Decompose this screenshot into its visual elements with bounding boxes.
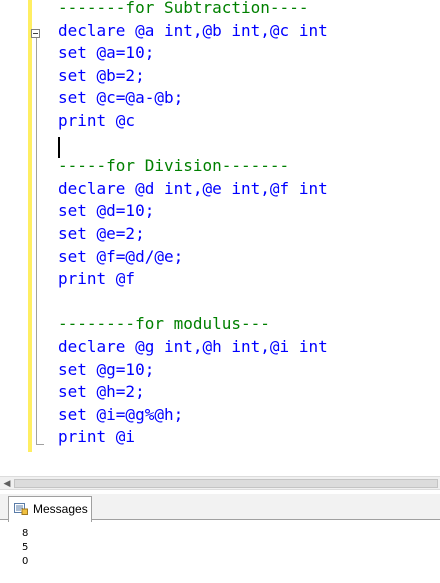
change-tracking-margin bbox=[28, 0, 32, 452]
tab-messages[interactable]: Messages bbox=[8, 496, 92, 522]
results-pane: Messages 8 5 0 bbox=[0, 490, 440, 583]
message-line: 0 bbox=[22, 556, 29, 567]
code-line: print @f bbox=[58, 269, 136, 289]
code-line: set @d=10; bbox=[58, 201, 155, 221]
outline-guide-end bbox=[36, 444, 44, 445]
messages-icon bbox=[14, 503, 28, 515]
code-line: declare @a int,@b int,@c int bbox=[58, 20, 328, 40]
query-editor[interactable]: -------for Subtraction---- declare @a int… bbox=[0, 0, 440, 476]
code-line: declare @g int,@h int,@i int bbox=[58, 337, 328, 356]
code-line: set @c=@a-@b; bbox=[58, 88, 184, 108]
code-line: set @b=2; bbox=[58, 65, 145, 85]
comment-line: -------for Subtraction---- bbox=[58, 0, 309, 17]
code-line: print @i bbox=[58, 427, 136, 447]
message-line: 8 bbox=[22, 528, 29, 539]
horizontal-scrollbar[interactable]: ◀ bbox=[0, 476, 440, 490]
code-line: declare @d int,@e int,@f int bbox=[58, 178, 328, 198]
comment-line: -----for Division------- bbox=[58, 156, 290, 176]
code-line: set @g=10; bbox=[58, 359, 155, 379]
code-line: set @f=@d/@e; bbox=[58, 246, 184, 266]
tab-messages-label: Messages bbox=[33, 502, 88, 516]
code-line: set @a=10; bbox=[58, 43, 155, 63]
scroll-thumb[interactable] bbox=[14, 479, 438, 488]
code-line: set @i=@g%@h; bbox=[58, 404, 184, 424]
comment-line: --------for modulus--- bbox=[58, 314, 270, 334]
message-line: 5 bbox=[22, 542, 29, 553]
collapse-minus-icon[interactable] bbox=[31, 29, 40, 38]
scroll-left-arrow-icon[interactable]: ◀ bbox=[2, 479, 12, 489]
outline-guide-line bbox=[36, 38, 37, 444]
code-line: set @e=2; bbox=[58, 224, 145, 243]
code-line: set @h=2; bbox=[58, 382, 145, 402]
text-caret bbox=[58, 137, 60, 158]
code-line: print @c bbox=[58, 111, 136, 130]
